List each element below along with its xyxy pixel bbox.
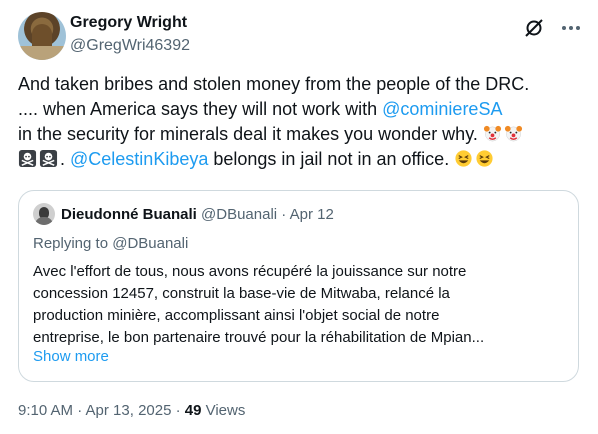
quote-avatar-body-shape	[35, 217, 53, 225]
tweet-text-segment: .	[60, 149, 71, 169]
tweet-line-4: . @CelestinKibeya belongs in jail not in…	[18, 147, 583, 172]
quote-date: Apr 12	[289, 206, 334, 223]
tweet-text-segment: belongs in jail not in an office.	[208, 149, 450, 169]
tweet-line-2: .... when America says they will not wor…	[18, 97, 583, 122]
skull-crossbones-emoji-icon	[18, 149, 37, 168]
mention-link-celestinkibeya[interactable]: @CelestinKibeya	[70, 149, 208, 169]
author-avatar[interactable]	[18, 12, 66, 60]
tweet-line-3: in the security for minerals deal it mak…	[18, 122, 583, 147]
quote-header: Dieudonné Buanali @DBuanali · Apr 12	[61, 206, 334, 223]
tweet-text-segment: .... when America says they will not wor…	[18, 99, 383, 119]
quote-author-name: Dieudonné Buanali	[61, 206, 197, 223]
views-count: 49	[184, 402, 202, 419]
tweet-text: And taken bribes and stolen money from t…	[18, 72, 583, 172]
clown-face-emoji-icon	[504, 125, 522, 142]
clown-face-emoji-icon	[483, 125, 501, 142]
quote-author-avatar	[33, 203, 55, 225]
quote-text-line: entreprise, le bon partenaire trouvé pou…	[33, 329, 485, 346]
tweet-timestamp[interactable]: 9:10 AM · Apr 13, 2025 ·	[18, 402, 185, 419]
quote-text: Avec l'effort de tous, nous avons récupé…	[33, 261, 563, 349]
tweet-text-segment: in the security for minerals deal it mak…	[18, 124, 478, 144]
author-name[interactable]: Gregory Wright	[70, 14, 187, 32]
author-handle[interactable]: @GregWri46392	[70, 37, 190, 55]
laughing-face-emoji-icon	[455, 150, 472, 167]
more-icon[interactable]	[560, 18, 582, 38]
mention-link-cominieresa[interactable]: @cominiereSA	[382, 99, 502, 119]
quote-text-line: Avec l'effort de tous, nous avons récupé…	[33, 263, 467, 280]
grok-icon[interactable]	[524, 18, 544, 38]
quoted-tweet[interactable]: Dieudonné Buanali @DBuanali · Apr 12 Rep…	[18, 190, 579, 382]
views-label: Views	[201, 402, 246, 419]
tweet-line-1: And taken bribes and stolen money from t…	[18, 74, 530, 94]
skull-crossbones-emoji-icon	[39, 149, 58, 168]
quote-replying-to: Replying to @DBuanali	[33, 235, 189, 252]
quote-text-line: production minière, accomplissant ainsi …	[33, 307, 440, 324]
quote-separator: ·	[277, 206, 290, 223]
tweet-meta-footer: 9:10 AM · Apr 13, 2025 · 49 Views	[18, 402, 245, 419]
show-more-link[interactable]: Show more	[33, 348, 109, 365]
avatar-ground-shape	[18, 46, 66, 60]
quote-author-handle: @DBuanali	[201, 206, 278, 223]
quote-text-line: concession 12457, construit la base-vie …	[33, 285, 450, 302]
laughing-face-emoji-icon	[476, 150, 493, 167]
